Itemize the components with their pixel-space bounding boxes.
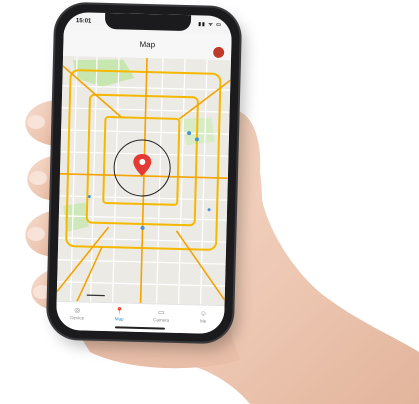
tab-label: Camera — [153, 317, 170, 323]
status-time: 15:01 — [75, 18, 92, 25]
tab-device[interactable]: ◎ Device — [56, 302, 99, 331]
smartphone: 15:01 ▮▮ ᯤ ▭ Map ◎ Device 📍 Map ▭ Camera… — [47, 3, 241, 343]
phone-notch — [104, 12, 192, 32]
tab-label: Device — [70, 315, 85, 321]
phone-screen: 15:01 ▮▮ ᯤ ▭ Map ◎ Device 📍 Map ▭ Camera… — [55, 11, 233, 335]
status-icons: ▮▮ ᯤ ▭ — [198, 21, 222, 28]
tab-label: Map — [114, 316, 124, 322]
map-view[interactable] — [56, 55, 231, 307]
tab-label: Me — [199, 318, 207, 324]
tab-me[interactable]: ☺ Me — [182, 305, 225, 334]
tab-bar: ◎ Device 📍 Map ▭ Camera ☺ Me — [55, 300, 225, 335]
product-photo: 15:01 ▮▮ ᯤ ▭ Map ◎ Device 📍 Map ▭ Camera… — [0, 0, 419, 404]
page-title: Map — [139, 39, 156, 50]
